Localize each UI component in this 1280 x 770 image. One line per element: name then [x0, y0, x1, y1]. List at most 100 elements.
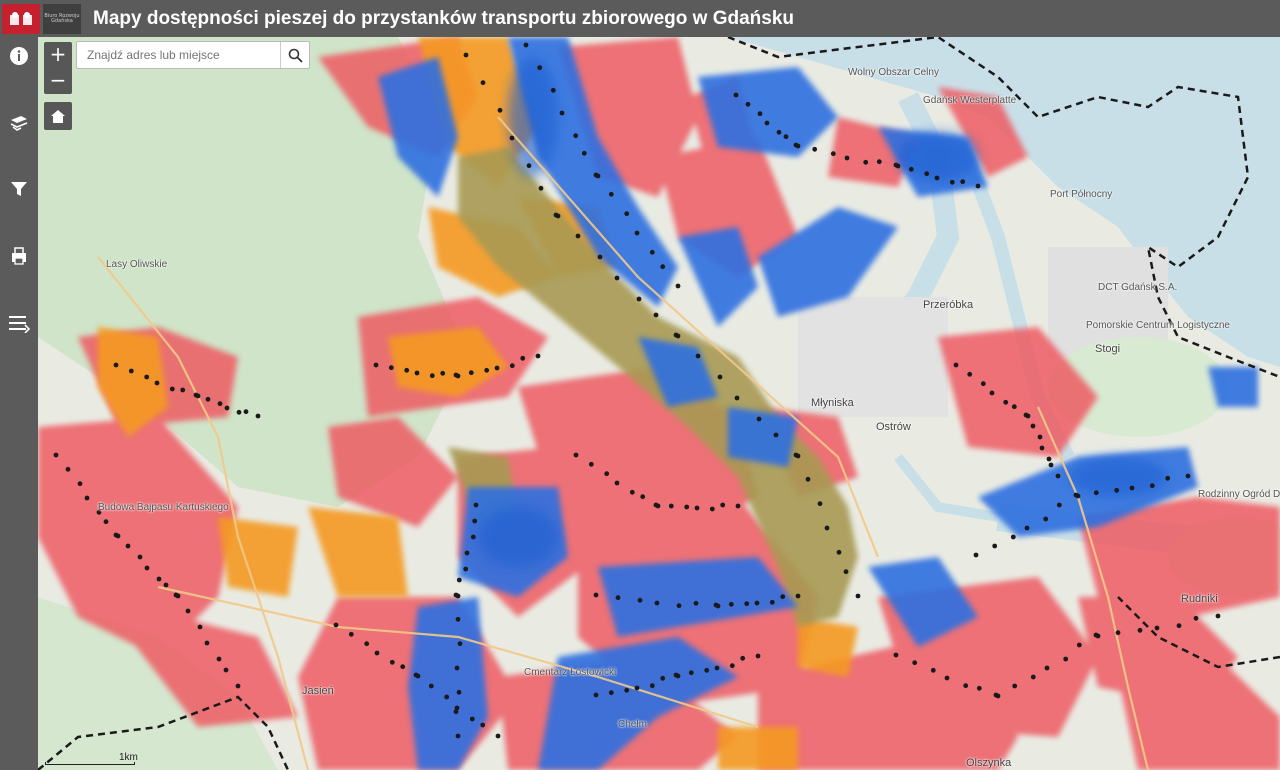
- transit-stop[interactable]: [634, 230, 640, 236]
- search-input[interactable]: [77, 42, 280, 68]
- transit-stop[interactable]: [520, 355, 526, 361]
- transit-stop[interactable]: [649, 683, 655, 689]
- transit-stop[interactable]: [728, 601, 734, 607]
- transit-stop[interactable]: [614, 275, 620, 281]
- transit-stop[interactable]: [793, 142, 799, 148]
- transit-stop[interactable]: [755, 653, 761, 659]
- transit-stop[interactable]: [205, 396, 211, 402]
- transit-stop[interactable]: [624, 211, 630, 217]
- transit-stop[interactable]: [1010, 534, 1016, 540]
- transit-stop[interactable]: [348, 631, 354, 637]
- transit-stop[interactable]: [469, 716, 475, 722]
- transit-stop[interactable]: [429, 373, 435, 379]
- transit-stop[interactable]: [729, 663, 735, 669]
- transit-stop[interactable]: [400, 664, 406, 670]
- transit-stop[interactable]: [65, 466, 71, 472]
- zoom-out-button[interactable]: −: [44, 68, 72, 94]
- transit-stop[interactable]: [637, 597, 643, 603]
- filter-button[interactable]: [0, 170, 38, 208]
- transit-stop[interactable]: [1129, 485, 1135, 491]
- transit-stop[interactable]: [908, 166, 914, 172]
- transit-stop[interactable]: [953, 362, 959, 368]
- transit-stop[interactable]: [593, 692, 599, 698]
- transit-stop[interactable]: [754, 600, 760, 606]
- transit-stop[interactable]: [1043, 516, 1049, 522]
- transit-stop[interactable]: [575, 233, 581, 239]
- transit-stop[interactable]: [537, 65, 543, 71]
- transit-stop[interactable]: [236, 409, 242, 415]
- transit-stop[interactable]: [480, 80, 486, 86]
- transit-stop[interactable]: [224, 405, 230, 411]
- transit-stop[interactable]: [745, 101, 751, 107]
- transit-stop[interactable]: [733, 92, 739, 98]
- transit-stop[interactable]: [163, 582, 169, 588]
- transit-stop[interactable]: [876, 159, 882, 165]
- transit-stop[interactable]: [1115, 630, 1121, 636]
- transit-stop[interactable]: [113, 362, 119, 368]
- transit-stop[interactable]: [668, 503, 674, 509]
- transit-stop[interactable]: [463, 566, 469, 572]
- transit-stop[interactable]: [843, 569, 849, 575]
- transit-stop[interactable]: [714, 665, 720, 671]
- transit-stop[interactable]: [783, 134, 789, 140]
- transit-stop[interactable]: [693, 600, 699, 606]
- transit-stop[interactable]: [769, 599, 775, 605]
- transit-stop[interactable]: [593, 592, 599, 598]
- transit-stop[interactable]: [604, 471, 610, 477]
- transit-stop[interactable]: [453, 592, 459, 598]
- transit-stop[interactable]: [197, 624, 203, 630]
- transit-stop[interactable]: [550, 87, 556, 93]
- home-button[interactable]: [44, 102, 72, 130]
- transit-stop[interactable]: [154, 380, 160, 386]
- transit-stop[interactable]: [573, 452, 579, 458]
- transit-stop[interactable]: [924, 171, 930, 177]
- transit-stop[interactable]: [930, 667, 936, 673]
- transit-stop[interactable]: [137, 554, 143, 560]
- transit-stop[interactable]: [863, 159, 869, 165]
- transit-stop[interactable]: [453, 372, 459, 378]
- transit-stop[interactable]: [217, 401, 223, 407]
- transit-stop[interactable]: [193, 392, 199, 398]
- transit-stop[interactable]: [973, 552, 979, 558]
- transit-stop[interactable]: [740, 655, 746, 661]
- print-button[interactable]: [0, 237, 38, 275]
- transit-stop[interactable]: [535, 353, 541, 359]
- transit-stop[interactable]: [497, 107, 503, 113]
- transit-stop[interactable]: [893, 652, 899, 658]
- layers-button[interactable]: [0, 104, 38, 142]
- transit-stop[interactable]: [1030, 423, 1036, 429]
- transit-stop[interactable]: [776, 129, 782, 135]
- transit-stop[interactable]: [629, 489, 635, 495]
- transit-stop[interactable]: [526, 163, 532, 169]
- transit-stop[interactable]: [660, 264, 666, 270]
- transit-stop[interactable]: [223, 667, 229, 673]
- transit-stop[interactable]: [77, 481, 83, 487]
- transit-stop[interactable]: [1073, 492, 1079, 498]
- transit-stop[interactable]: [113, 532, 119, 538]
- transit-stop[interactable]: [204, 640, 210, 646]
- transit-stop[interactable]: [388, 365, 394, 371]
- transit-stop[interactable]: [1012, 683, 1018, 689]
- transit-stop[interactable]: [470, 534, 476, 540]
- transit-stop[interactable]: [597, 254, 603, 260]
- transit-stop[interactable]: [1185, 473, 1191, 479]
- transit-stop[interactable]: [976, 685, 982, 691]
- transit-stop[interactable]: [468, 370, 474, 376]
- transit-stop[interactable]: [793, 452, 799, 458]
- transit-stop[interactable]: [373, 362, 379, 368]
- transit-stop[interactable]: [636, 296, 642, 302]
- transit-stop[interactable]: [912, 660, 918, 666]
- transit-stop[interactable]: [980, 381, 986, 387]
- transit-stop[interactable]: [1048, 462, 1054, 468]
- transit-stop[interactable]: [640, 494, 646, 500]
- transit-stop[interactable]: [608, 191, 614, 197]
- transit-stop[interactable]: [1037, 434, 1043, 440]
- transit-stop[interactable]: [1176, 623, 1182, 629]
- transit-stop[interactable]: [608, 690, 614, 696]
- transit-stop[interactable]: [509, 135, 515, 141]
- transit-stop[interactable]: [694, 505, 700, 511]
- transit-stop[interactable]: [949, 179, 955, 185]
- transit-stop[interactable]: [523, 42, 529, 48]
- transit-stop[interactable]: [756, 416, 762, 422]
- transit-stop[interactable]: [709, 506, 715, 512]
